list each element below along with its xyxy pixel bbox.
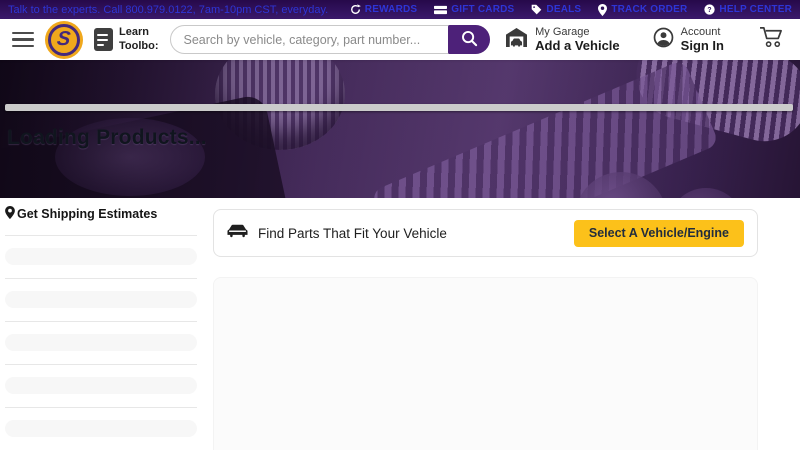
rewards-link[interactable]: REWARDS bbox=[350, 4, 418, 15]
toolbox-icon bbox=[94, 28, 113, 51]
sidebar-skeleton-row bbox=[5, 235, 197, 265]
learn-toolbox-label: Learn Toolbo: bbox=[119, 26, 159, 52]
hero-engine-banner: Loading Products... bbox=[0, 60, 800, 198]
loading-products-text: Loading Products... bbox=[7, 126, 207, 150]
gift-cards-label: GIFT CARDS bbox=[451, 4, 514, 15]
page: Talk to the experts. Call 800.979.0122, … bbox=[0, 0, 800, 450]
sidebar-skeleton-pill bbox=[5, 334, 197, 351]
sidebar-skeleton-pill bbox=[5, 291, 197, 308]
search-button[interactable] bbox=[448, 25, 490, 54]
sidebar-skeleton-row bbox=[5, 278, 197, 308]
account-icon bbox=[653, 27, 674, 53]
garage-icon bbox=[505, 27, 528, 53]
car-icon bbox=[227, 223, 248, 244]
account-button[interactable]: Account Sign In bbox=[653, 26, 724, 53]
sidebar-skeleton-row bbox=[5, 321, 197, 351]
deals-label: DEALS bbox=[546, 4, 581, 15]
sidebar-divider bbox=[5, 321, 197, 322]
loading-progress-bar bbox=[5, 104, 793, 111]
menu-hamburger-icon[interactable] bbox=[12, 32, 34, 48]
deals-link[interactable]: DEALS bbox=[531, 4, 581, 15]
search-input[interactable] bbox=[170, 25, 491, 54]
main-column: Find Parts That Fit Your Vehicle Select … bbox=[213, 198, 758, 450]
learn-toolbox-link[interactable]: Learn Toolbo: bbox=[94, 26, 159, 52]
main-header: S Learn Toolbo: My Garage Add a Vehicle bbox=[0, 19, 800, 60]
sidebar-skeleton-pill bbox=[5, 420, 197, 437]
sidebar-divider bbox=[5, 407, 197, 408]
products-loading-skeleton bbox=[213, 277, 758, 450]
shipping-estimates-label: Get Shipping Estimates bbox=[17, 207, 157, 221]
shipping-estimates-link[interactable]: Get Shipping Estimates bbox=[5, 206, 200, 222]
account-label: Account bbox=[681, 26, 724, 38]
vehicle-fit-card: Find Parts That Fit Your Vehicle Select … bbox=[213, 209, 758, 257]
sidebar-skeleton-row bbox=[5, 364, 197, 394]
rewards-label: REWARDS bbox=[365, 4, 418, 15]
deals-icon bbox=[531, 4, 542, 15]
gift-cards-icon bbox=[434, 5, 447, 15]
vehicle-fit-label: Find Parts That Fit Your Vehicle bbox=[258, 226, 447, 241]
rewards-icon bbox=[350, 4, 361, 15]
speedway-logo[interactable]: S bbox=[45, 21, 83, 59]
select-vehicle-button[interactable]: Select A Vehicle/Engine bbox=[574, 220, 744, 247]
cart-icon bbox=[759, 35, 784, 52]
track-order-link[interactable]: TRACK ORDER bbox=[598, 4, 687, 16]
top-utility-bar: Talk to the experts. Call 800.979.0122, … bbox=[0, 0, 800, 19]
my-garage-label: My Garage bbox=[535, 26, 620, 38]
search-bar bbox=[170, 25, 491, 54]
sidebar-divider bbox=[5, 235, 197, 236]
track-order-icon bbox=[598, 4, 607, 16]
top-utility-nav: REWARDS GIFT CARDS DEALS TRACK ORDER ? H… bbox=[350, 4, 792, 16]
phone-tagline-link[interactable]: Talk to the experts. Call 800.979.0122, … bbox=[8, 4, 328, 16]
help-center-label: HELP CENTER bbox=[719, 4, 792, 15]
my-garage-button[interactable]: My Garage Add a Vehicle bbox=[505, 26, 620, 53]
sign-in-label: Sign In bbox=[681, 38, 724, 53]
content-area: Get Shipping Estimates Find Parts That F… bbox=[0, 198, 800, 450]
track-order-label: TRACK ORDER bbox=[611, 4, 687, 15]
sidebar-divider bbox=[5, 364, 197, 365]
help-center-icon: ? bbox=[704, 4, 715, 15]
sidebar-divider bbox=[5, 278, 197, 279]
sidebar-skeleton-pill bbox=[5, 248, 197, 265]
sidebar-skeleton-pill bbox=[5, 377, 197, 394]
svg-text:?: ? bbox=[708, 7, 712, 14]
sidebar-skeleton-row bbox=[5, 407, 197, 437]
search-icon bbox=[461, 30, 478, 50]
filters-sidebar: Get Shipping Estimates bbox=[0, 198, 200, 450]
help-center-link[interactable]: ? HELP CENTER bbox=[704, 4, 792, 15]
gift-cards-link[interactable]: GIFT CARDS bbox=[434, 4, 514, 15]
add-vehicle-label: Add a Vehicle bbox=[535, 38, 620, 53]
cart-button[interactable] bbox=[759, 26, 784, 53]
location-pin-icon bbox=[5, 206, 15, 222]
sidebar-skeleton-list bbox=[5, 235, 200, 450]
